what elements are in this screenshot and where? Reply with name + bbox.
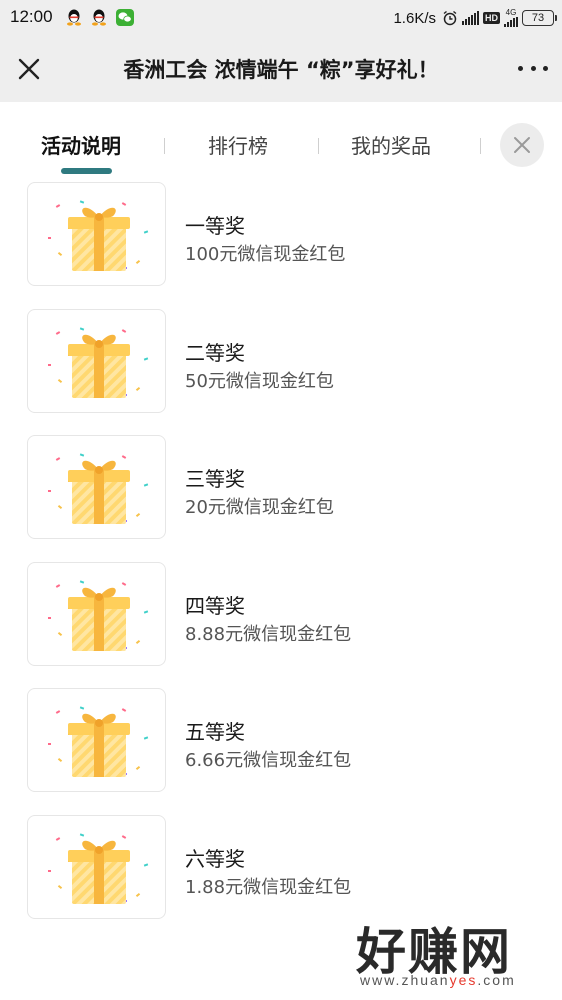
prize-item: 五等奖 6.66元微信现金红包 — [0, 688, 562, 794]
prize-item: 三等奖 20元微信现金红包 — [0, 435, 562, 541]
tab-divider — [318, 138, 319, 154]
alarm-icon — [443, 10, 457, 26]
gift-box-icon — [27, 182, 166, 286]
prize-item: 一等奖 100元微信现金红包 — [0, 182, 562, 288]
watermark-url-prefix: www.zhuan — [360, 972, 450, 988]
net-speed: 1.6K/s — [393, 9, 436, 27]
tab-divider — [480, 138, 481, 154]
signal-icon — [462, 11, 479, 25]
close-icon — [514, 137, 530, 153]
prize-item: 四等奖 8.88元微信现金红包 — [0, 561, 562, 668]
status-time: 12:00 — [10, 7, 53, 26]
prize-description: 6.66元微信现金红包 — [185, 750, 352, 771]
prize-description: 1.88元微信现金红包 — [185, 876, 352, 898]
prize-description: 50元微信现金红包 — [185, 370, 334, 392]
tab-leaderboard[interactable]: 排行榜 — [208, 130, 268, 159]
prize-name: 二等奖 — [185, 340, 245, 365]
close-icon[interactable] — [12, 52, 46, 86]
title-bar: 香洲工会 浓情端午 “粽”享好礼！ — [0, 36, 562, 102]
qq-icon — [67, 9, 81, 26]
watermark: 好赚网 www.zhuanyes.com — [352, 912, 552, 992]
prize-name: 六等奖 — [185, 846, 245, 871]
modal-close-button[interactable] — [500, 123, 544, 167]
wechat-icon — [116, 9, 134, 26]
prize-description: 8.88元微信现金红包 — [185, 623, 352, 645]
more-icon[interactable] — [518, 58, 548, 78]
qq-icon — [92, 9, 106, 26]
prize-name: 三等奖 — [185, 467, 245, 491]
gift-box-icon — [27, 561, 166, 666]
tab-my-prizes[interactable]: 我的奖品 — [351, 130, 431, 159]
prize-name: 一等奖 — [185, 214, 245, 238]
tab-divider — [164, 138, 165, 154]
watermark-url-suffix: .com — [477, 972, 516, 988]
gift-box-icon — [27, 814, 166, 919]
network-type: 4G — [505, 8, 517, 17]
tab-activity-description[interactable]: 活动说明 — [41, 130, 121, 159]
status-bar: 12:00 1.6K/s HD 4G 73 — [0, 0, 562, 36]
tab-bar: 活动说明 排行榜 我的奖品 — [0, 102, 562, 180]
page-title: 香洲工会 浓情端午 “粽”享好礼！ — [123, 58, 439, 82]
active-tab-indicator — [61, 168, 112, 174]
prize-description: 100元微信现金红包 — [185, 244, 346, 265]
status-indicators: 1.6K/s HD 4G 73 — [393, 6, 557, 30]
watermark-url-highlight: yes — [449, 972, 478, 988]
signal-4g-icon: 4G — [504, 9, 518, 27]
prize-name: 四等奖 — [185, 593, 245, 618]
battery-icon: 73 — [522, 10, 557, 26]
battery-level: 73 — [531, 12, 545, 24]
gift-box-icon — [27, 688, 166, 792]
prize-name: 五等奖 — [185, 720, 245, 744]
gift-box-icon — [27, 435, 166, 539]
gift-box-icon — [27, 308, 166, 413]
hd-icon: HD — [483, 12, 500, 24]
prize-item: 六等奖 1.88元微信现金红包 — [0, 814, 562, 921]
prize-item: 二等奖 50元微信现金红包 — [0, 308, 562, 415]
watermark-url: www.zhuanyes.com — [360, 972, 516, 988]
prize-description: 20元微信现金红包 — [185, 497, 334, 518]
